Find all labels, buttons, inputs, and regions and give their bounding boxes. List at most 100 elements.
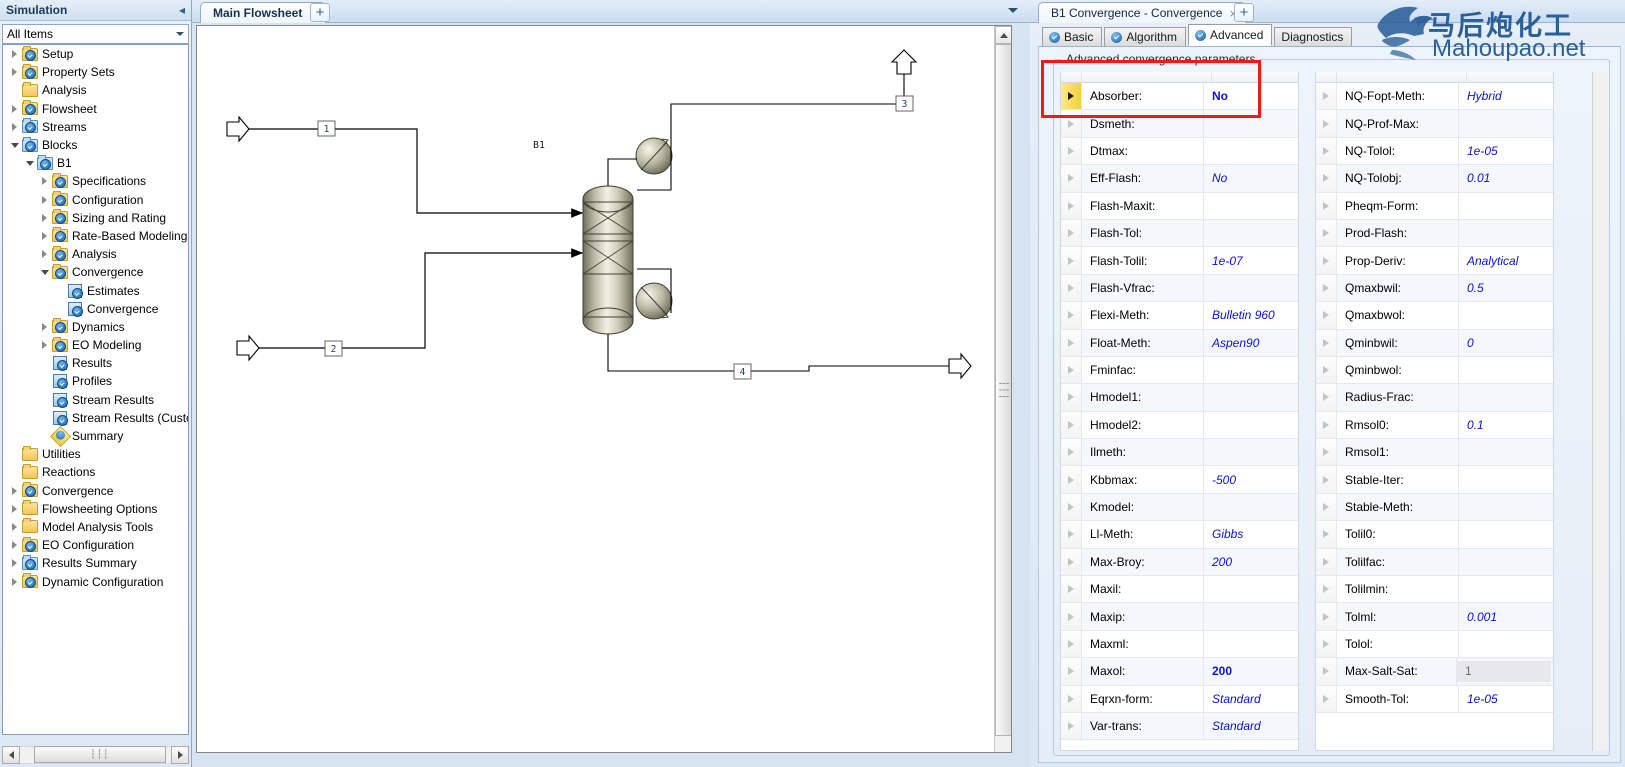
parameter-value[interactable] (1204, 412, 1298, 438)
table-row[interactable]: NQ-Tolol: 1e-05 (1316, 137, 1553, 166)
row-selector[interactable] (1316, 493, 1337, 521)
parameter-value[interactable] (1459, 494, 1553, 520)
row-selector[interactable] (1316, 356, 1337, 384)
table-row[interactable]: Tolilmin: (1316, 576, 1553, 604)
row-selector[interactable] (1061, 137, 1082, 165)
row-selector[interactable] (1316, 274, 1337, 302)
tree-item-stream-results[interactable]: Stream Results (3, 391, 188, 409)
parameter-value[interactable]: 1 (1457, 660, 1551, 682)
table-row[interactable]: Qmaxbwol: (1316, 302, 1553, 330)
table-row[interactable]: Tolilfac: (1316, 548, 1553, 577)
row-selector[interactable] (1316, 685, 1337, 712)
table-row[interactable]: Flash-Vfrac: (1061, 274, 1298, 303)
row-selector[interactable] (1316, 548, 1337, 576)
tree-item-analysis[interactable]: Analysis (3, 81, 188, 99)
row-selector[interactable] (1061, 110, 1082, 137)
expander-icon[interactable] (8, 104, 21, 113)
parameter-value[interactable]: Hybrid (1459, 83, 1553, 109)
table-row[interactable]: Absorber: No (1061, 83, 1298, 111)
table-row[interactable]: Stable-Meth: (1316, 493, 1553, 522)
expander-icon[interactable] (8, 522, 21, 531)
table-row[interactable]: NQ-Prof-Max: (1316, 110, 1553, 138)
parameter-value[interactable] (1204, 110, 1298, 136)
flowsheet-canvas-area[interactable]: 1 2 B1 3 4 ┆┆┆ (196, 25, 1012, 753)
tab-b1-convergence[interactable]: B1 Convergence - Convergence × (1038, 2, 1247, 23)
expander-icon[interactable] (38, 195, 51, 204)
expander-icon[interactable] (38, 341, 51, 350)
parameter-value[interactable]: -500 (1204, 466, 1298, 492)
tree-item-flowsheeting-options[interactable]: Flowsheeting Options (3, 500, 188, 518)
row-selector[interactable] (1061, 165, 1082, 192)
row-selector[interactable] (1316, 658, 1337, 685)
subtab-basic[interactable]: Basic (1042, 27, 1103, 46)
table-row[interactable]: Flash-Tolil: 1e-07 (1061, 247, 1298, 275)
parameter-value[interactable] (1459, 631, 1553, 657)
scroll-right-button[interactable] (171, 745, 189, 764)
parameter-value[interactable]: Standard (1204, 713, 1298, 739)
new-tab-button[interactable]: + (310, 3, 330, 22)
row-selector[interactable] (1061, 302, 1082, 329)
row-selector[interactable] (1316, 137, 1337, 165)
table-row[interactable]: Flash-Tol: (1061, 219, 1298, 248)
new-tab-button[interactable]: + (1234, 3, 1254, 22)
parameter-value[interactable] (1459, 357, 1553, 383)
parameter-value[interactable] (1459, 193, 1553, 219)
tree-item-results[interactable]: Results (3, 354, 188, 372)
parameter-value[interactable] (1204, 357, 1298, 383)
table-row[interactable]: NQ-Tolobj: 0.01 (1316, 165, 1553, 193)
tree-item-convergence[interactable]: Convergence (3, 263, 188, 281)
tree-item-eo-modeling[interactable]: EO Modeling (3, 336, 188, 354)
subtab-advanced[interactable]: Advanced (1188, 24, 1273, 46)
row-selector[interactable] (1316, 466, 1337, 493)
parameter-value[interactable] (1459, 384, 1553, 410)
scroll-left-button[interactable] (2, 745, 20, 764)
parameter-value[interactable]: No (1204, 83, 1298, 109)
tree-item-dynamics[interactable]: Dynamics (3, 318, 188, 336)
expander-icon[interactable] (8, 504, 21, 513)
all-items-filter-combo[interactable]: All Items (2, 24, 189, 44)
table-row[interactable]: Tolil0: (1316, 521, 1553, 549)
tree-item-specifications[interactable]: Specifications (3, 172, 188, 190)
row-selector[interactable] (1061, 712, 1082, 740)
parameter-value[interactable]: Gibbs (1204, 521, 1298, 547)
table-row[interactable]: Float-Meth: Aspen90 (1061, 329, 1298, 357)
table-row[interactable]: Ll-Meth: Gibbs (1061, 521, 1298, 549)
row-selector[interactable] (1316, 439, 1337, 466)
table-row[interactable]: Maxol: 200 (1061, 658, 1298, 686)
parameter-value[interactable]: Analytical (1459, 247, 1553, 273)
parameter-value[interactable]: 0.5 (1459, 275, 1553, 301)
parameter-value[interactable]: 0.1 (1459, 412, 1553, 438)
table-row[interactable]: Prod-Flash: (1316, 219, 1553, 248)
table-row[interactable]: Hmodel2: (1061, 411, 1298, 440)
expander-icon[interactable] (8, 142, 21, 148)
tree-item-convergence[interactable]: Convergence (3, 482, 188, 500)
parameter-value[interactable] (1459, 220, 1553, 246)
expander-icon[interactable] (38, 322, 51, 331)
chevron-down-icon[interactable] (1008, 8, 1018, 13)
right-parameter-table[interactable]: NQ-Fopt-Meth: Hybrid NQ-Prof-Max: NQ-Tolol:… (1315, 72, 1554, 751)
table-row[interactable]: Max-Salt-Sat: 1 (1316, 658, 1553, 686)
table-row[interactable]: Fminfac: (1061, 356, 1298, 385)
table-row[interactable]: Hmodel1: (1061, 384, 1298, 412)
flowsheet-diagram[interactable]: 1 2 B1 3 4 (197, 26, 995, 752)
table-row[interactable]: NQ-Fopt-Meth: Hybrid (1316, 83, 1553, 111)
parameter-value[interactable]: 1e-05 (1459, 138, 1553, 164)
table-row[interactable]: Maxil: (1061, 576, 1298, 604)
navigation-hscrollbar[interactable]: ┆┆┆ (2, 745, 189, 764)
row-selector[interactable] (1061, 603, 1082, 630)
subtab-diagnostics[interactable]: Diagnostics (1274, 27, 1353, 46)
hscroll-track[interactable]: ┆┆┆ (20, 745, 171, 764)
expander-icon[interactable] (38, 250, 51, 259)
table-row[interactable]: Qminbwol: (1316, 356, 1553, 385)
row-selector[interactable] (1316, 329, 1337, 356)
table-row[interactable]: Eff-Flash: No (1061, 165, 1298, 193)
row-selector[interactable] (1316, 411, 1337, 439)
table-row[interactable]: Flash-Maxit: (1061, 192, 1298, 220)
tree-item-dynamic-configuration[interactable]: Dynamic Configuration (3, 572, 188, 590)
hscroll-thumb[interactable]: ┆┆┆ (34, 746, 166, 763)
row-selector[interactable] (1061, 658, 1082, 685)
tree-item-reactions[interactable]: Reactions (3, 463, 188, 481)
tree-item-estimates[interactable]: Estimates (3, 281, 188, 299)
row-selector[interactable] (1061, 466, 1082, 493)
parameter-value[interactable]: 200 (1204, 658, 1298, 684)
